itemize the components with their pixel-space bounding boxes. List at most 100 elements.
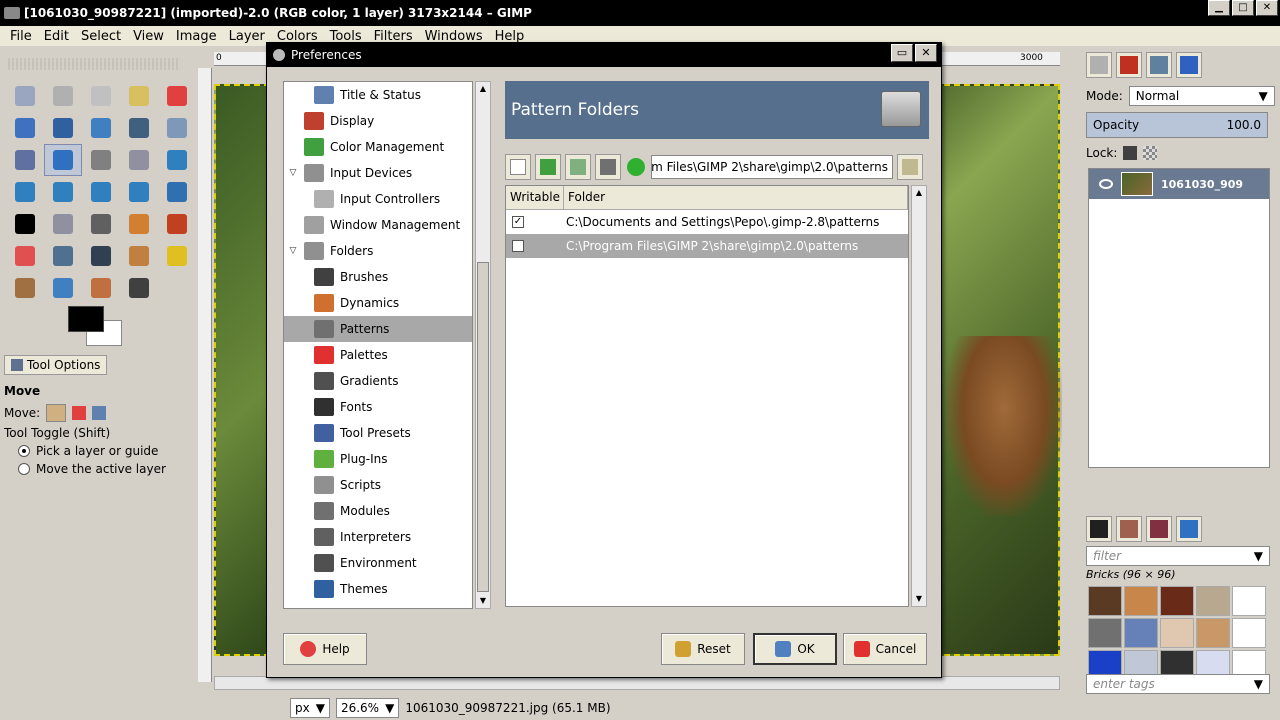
rect-select-tool[interactable]: [6, 80, 44, 112]
ink-tool[interactable]: [82, 240, 120, 272]
perspective-tool[interactable]: [82, 176, 120, 208]
dodge-burn-tool[interactable]: [120, 272, 158, 304]
tree-item-color-management[interactable]: Color Management: [284, 134, 472, 160]
minimize-button[interactable]: ▁: [1208, 0, 1230, 16]
writable-checkbox[interactable]: ✓: [512, 216, 524, 228]
pattern-swatch[interactable]: [1124, 586, 1158, 616]
move-down-button[interactable]: [565, 154, 591, 180]
airbrush-tool[interactable]: [44, 240, 82, 272]
scroll-up-icon[interactable]: ▲: [913, 187, 925, 199]
flip-tool[interactable]: [120, 176, 158, 208]
delete-folder-button[interactable]: [595, 154, 621, 180]
tree-item-themes[interactable]: Themes: [284, 576, 472, 602]
myPaint-brush-tool[interactable]: [120, 240, 158, 272]
align-tool[interactable]: [82, 144, 120, 176]
tab-gradients[interactable]: [1146, 516, 1172, 542]
tree-item-scripts[interactable]: Scripts: [284, 472, 472, 498]
free-select-tool[interactable]: [82, 80, 120, 112]
folder-table-scrollbar[interactable]: ▲ ▼: [911, 185, 927, 607]
dialog-close-button[interactable]: ✕: [915, 44, 937, 62]
foreground-color-swatch[interactable]: [68, 306, 104, 332]
tree-item-title-status[interactable]: Title & Status: [284, 82, 472, 108]
crop-tool[interactable]: [120, 144, 158, 176]
foreground-select-tool[interactable]: [44, 112, 82, 144]
tab-move[interactable]: [1176, 516, 1202, 542]
tab-brushes[interactable]: [1086, 516, 1112, 542]
writable-checkbox[interactable]: [512, 240, 524, 252]
reset-button[interactable]: Reset: [661, 633, 745, 665]
expander-icon[interactable]: ▽: [288, 168, 298, 178]
pencil-tool[interactable]: [120, 208, 158, 240]
smudge-tool[interactable]: [82, 272, 120, 304]
move-tool[interactable]: [44, 144, 82, 176]
layer-mode-select[interactable]: Normal ▼: [1128, 86, 1275, 106]
pattern-swatch[interactable]: [1160, 586, 1194, 616]
cancel-button[interactable]: Cancel: [843, 633, 927, 665]
tags-input[interactable]: enter tags ▼: [1086, 674, 1270, 694]
folder-path-input[interactable]: C:\Program Files\GIMP 2\share\gimp\2.0\p…: [651, 155, 893, 179]
color-picker-tool[interactable]: [120, 112, 158, 144]
tab-tool-options[interactable]: Tool Options: [4, 355, 108, 375]
pick-layer-option[interactable]: Pick a layer or guide: [0, 442, 190, 460]
bucket-fill-tool[interactable]: [44, 208, 82, 240]
scroll-down-icon[interactable]: ▼: [477, 595, 489, 607]
move-active-layer-radio[interactable]: [18, 463, 30, 475]
tab-layers[interactable]: [1086, 52, 1112, 78]
tree-item-input-controllers[interactable]: Input Controllers: [284, 186, 472, 212]
menu-select[interactable]: Select: [75, 29, 127, 44]
pattern-swatch[interactable]: [1232, 618, 1266, 648]
tree-item-folders[interactable]: ▽ Folders: [284, 238, 472, 264]
layer-item[interactable]: 1061030_909: [1089, 169, 1269, 199]
col-folder[interactable]: Folder: [564, 186, 908, 209]
tree-item-tool-presets[interactable]: Tool Presets: [284, 420, 472, 446]
clone-tool[interactable]: [6, 272, 44, 304]
menu-layer[interactable]: Layer: [223, 29, 271, 44]
toolbox-grip[interactable]: [8, 58, 180, 70]
table-row[interactable]: C:\Program Files\GIMP 2\share\gimp\2.0\p…: [506, 234, 908, 258]
move-path-mode-button[interactable]: [92, 406, 107, 420]
scissors-tool[interactable]: [6, 112, 44, 144]
menu-image[interactable]: Image: [170, 29, 223, 44]
pattern-filter-input[interactable]: filter ▼: [1086, 546, 1270, 566]
tree-item-fonts[interactable]: Fonts: [284, 394, 472, 420]
scale-tool[interactable]: [6, 176, 44, 208]
maximize-button[interactable]: □: [1232, 0, 1254, 16]
tree-item-palettes[interactable]: Palettes: [284, 342, 472, 368]
dialog-restore-button[interactable]: ▭: [891, 44, 913, 62]
opacity-slider[interactable]: Opacity 100.0: [1086, 112, 1268, 138]
tab-undo[interactable]: [1176, 52, 1202, 78]
blur-tool[interactable]: [44, 272, 82, 304]
pattern-swatch[interactable]: [1232, 586, 1266, 616]
table-row[interactable]: ✓ C:\Documents and Settings\Pepo\.gimp-2.…: [506, 210, 908, 234]
help-button[interactable]: Help: [283, 633, 367, 665]
tab-channels[interactable]: [1116, 52, 1142, 78]
col-writable[interactable]: Writable: [506, 186, 564, 209]
pattern-swatch[interactable]: [1196, 618, 1230, 648]
ellipse-select-tool[interactable]: [44, 80, 82, 112]
pattern-swatch[interactable]: [1088, 586, 1122, 616]
paths-tool[interactable]: [82, 112, 120, 144]
lock-alpha-icon[interactable]: [1143, 146, 1158, 160]
zoom-select[interactable]: 26.6% ▼: [335, 698, 400, 718]
move-active-layer-option[interactable]: Move the active layer: [0, 460, 190, 478]
pick-layer-radio[interactable]: [18, 445, 30, 457]
text-tool[interactable]: [6, 208, 44, 240]
tree-item-environment[interactable]: Environment: [284, 550, 472, 576]
new-folder-button[interactable]: [505, 154, 531, 180]
tree-item-gradients[interactable]: Gradients: [284, 368, 472, 394]
unit-select[interactable]: px ▼: [290, 698, 330, 718]
fuzzy-select-tool[interactable]: [120, 80, 158, 112]
scroll-up-icon[interactable]: ▲: [477, 83, 489, 95]
browse-folder-button[interactable]: [897, 154, 923, 180]
tree-item-modules[interactable]: Modules: [284, 498, 472, 524]
tree-scroll-thumb[interactable]: [477, 262, 489, 592]
pattern-swatch[interactable]: [1124, 618, 1158, 648]
menu-file[interactable]: File: [4, 29, 38, 44]
pattern-swatch[interactable]: [1196, 586, 1230, 616]
menu-edit[interactable]: Edit: [38, 29, 75, 44]
tree-item-interpreters[interactable]: Interpreters: [284, 524, 472, 550]
expander-icon[interactable]: ▽: [288, 246, 298, 256]
blend-tool[interactable]: [82, 208, 120, 240]
shear-tool[interactable]: [44, 176, 82, 208]
tree-item-display[interactable]: Display: [284, 108, 472, 134]
